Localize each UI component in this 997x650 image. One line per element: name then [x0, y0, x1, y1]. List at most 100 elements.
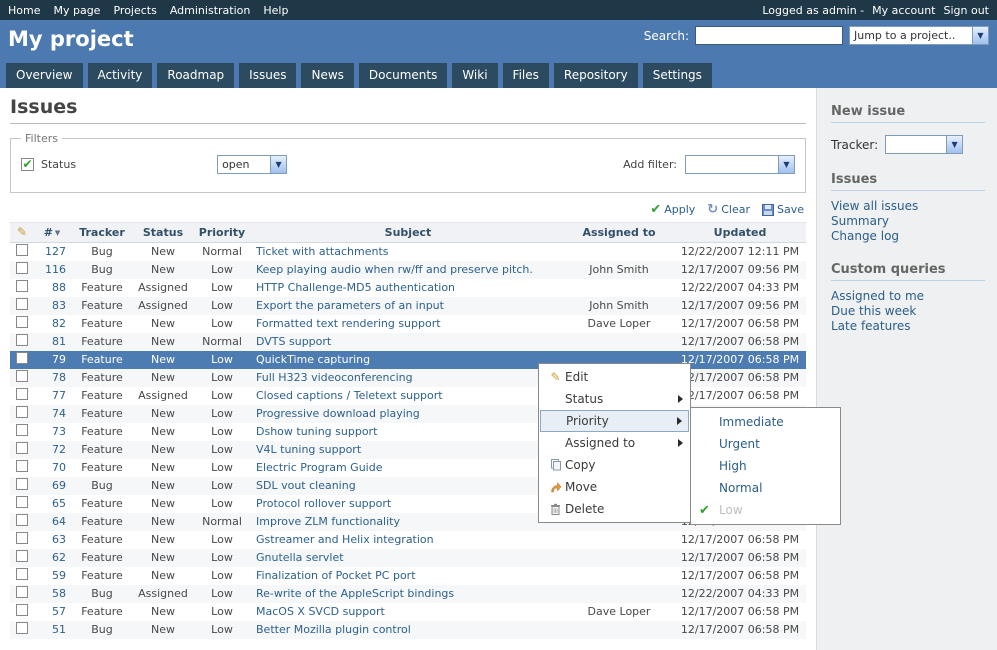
- issue-subject-link[interactable]: Closed captions / Teletext support: [256, 389, 443, 402]
- issue-id-link[interactable]: 79: [52, 353, 66, 366]
- tab-roadmap[interactable]: Roadmap: [157, 63, 234, 88]
- issue-id-link[interactable]: 59: [52, 569, 66, 582]
- issue-subject-link[interactable]: HTTP Challenge-MD5 authentication: [256, 281, 455, 294]
- tab-issues[interactable]: Issues: [239, 63, 296, 88]
- issue-row-51[interactable]: 51BugNewLowBetter Mozilla plugin control…: [10, 621, 806, 639]
- issue-subject-link[interactable]: Electric Program Guide: [256, 461, 382, 474]
- clear-button[interactable]: ↻Clear: [707, 203, 750, 216]
- issue-id-link[interactable]: 64: [52, 515, 66, 528]
- top-menu-link-my-page[interactable]: My page: [53, 4, 100, 17]
- issue-row-88[interactable]: 88FeatureAssignedLowHTTP Challenge-MD5 a…: [10, 279, 806, 297]
- row-checkbox[interactable]: [16, 586, 28, 598]
- sidebar-link-summary[interactable]: Summary: [831, 214, 985, 229]
- row-checkbox[interactable]: [16, 388, 28, 400]
- issue-subject-link[interactable]: Formatted text rendering support: [256, 317, 441, 330]
- row-checkbox[interactable]: [16, 262, 28, 274]
- tab-repository[interactable]: Repository: [554, 63, 638, 88]
- row-checkbox[interactable]: [16, 532, 28, 544]
- row-checkbox[interactable]: [16, 406, 28, 418]
- row-checkbox[interactable]: [16, 244, 28, 256]
- top-menu-link-help[interactable]: Help: [263, 4, 288, 17]
- issue-row-57[interactable]: 57FeatureNewLowMacOS X SVCD supportDave …: [10, 603, 806, 621]
- sidebar-link-change-log[interactable]: Change log: [831, 229, 985, 244]
- row-checkbox[interactable]: [16, 478, 28, 490]
- row-checkbox[interactable]: [16, 442, 28, 454]
- row-checkbox[interactable]: [16, 424, 28, 436]
- status-filter-select[interactable]: open ▼: [217, 155, 287, 174]
- row-checkbox[interactable]: [16, 550, 28, 562]
- priority-option-low[interactable]: ✔Low: [691, 499, 840, 521]
- issue-id-link[interactable]: 62: [52, 551, 66, 564]
- row-checkbox[interactable]: [16, 496, 28, 508]
- issue-row-116[interactable]: 116BugNewLowKeep playing audio when rw/f…: [10, 261, 806, 279]
- issue-subject-link[interactable]: Progressive download playing: [256, 407, 420, 420]
- issue-subject-link[interactable]: QuickTime capturing: [256, 353, 370, 366]
- tracker-select[interactable]: ▼: [885, 135, 963, 154]
- col-header-updated[interactable]: Updated: [674, 223, 806, 243]
- tab-activity[interactable]: Activity: [88, 63, 153, 88]
- col-header-assigned-to[interactable]: Assigned to: [564, 223, 674, 243]
- row-checkbox[interactable]: [16, 568, 28, 580]
- priority-option-high[interactable]: High: [691, 455, 840, 477]
- row-checkbox[interactable]: [16, 334, 28, 346]
- issue-id-link[interactable]: 51: [52, 623, 66, 636]
- issue-subject-link[interactable]: Keep playing audio when rw/ff and preser…: [256, 263, 533, 276]
- jump-to-project-select[interactable]: Jump to a project.. ▼: [849, 26, 989, 45]
- issue-subject-link[interactable]: Improve ZLM functionality: [256, 515, 400, 528]
- issue-subject-link[interactable]: MacOS X SVCD support: [256, 605, 385, 618]
- row-checkbox[interactable]: [16, 280, 28, 292]
- issue-subject-link[interactable]: Protocol rollover support: [256, 497, 391, 510]
- sidebar-link-view-all-issues[interactable]: View all issues: [831, 199, 985, 214]
- issue-id-link[interactable]: 88: [52, 281, 66, 294]
- issue-subject-link[interactable]: Gstreamer and Helix integration: [256, 533, 434, 546]
- row-checkbox[interactable]: [16, 514, 28, 526]
- issue-row-63[interactable]: 63FeatureNewLowGstreamer and Helix integ…: [10, 531, 806, 549]
- context-menu-item-priority[interactable]: Priority: [540, 410, 689, 432]
- sidebar-link-late-features[interactable]: Late features: [831, 319, 985, 334]
- issue-row-81[interactable]: 81FeatureNewNormalDVTS support12/17/2007…: [10, 333, 806, 351]
- row-checkbox[interactable]: [16, 316, 28, 328]
- issue-id-link[interactable]: 74: [52, 407, 66, 420]
- sidebar-link-assigned-to-me[interactable]: Assigned to me: [831, 289, 985, 304]
- col-header-status[interactable]: Status: [134, 223, 192, 243]
- tab-documents[interactable]: Documents: [359, 63, 447, 88]
- context-menu-item-move[interactable]: Move: [540, 476, 689, 498]
- col-header-id[interactable]: #▼: [34, 223, 70, 243]
- priority-option-normal[interactable]: Normal: [691, 477, 840, 499]
- issue-row-59[interactable]: 59FeatureNewLowFinalization of Pocket PC…: [10, 567, 806, 585]
- status-filter-checkbox[interactable]: ✔: [21, 158, 34, 171]
- row-checkbox[interactable]: [16, 298, 28, 310]
- issue-subject-link[interactable]: Export the parameters of an input: [256, 299, 444, 312]
- issue-subject-link[interactable]: Dshow tuning support: [256, 425, 377, 438]
- top-menu-link-administration[interactable]: Administration: [170, 4, 251, 17]
- issue-id-link[interactable]: 82: [52, 317, 66, 330]
- apply-button[interactable]: ✔Apply: [650, 203, 695, 216]
- save-button[interactable]: Save: [762, 203, 804, 216]
- issue-subject-link[interactable]: SDL vout cleaning: [256, 479, 356, 492]
- row-checkbox[interactable]: [16, 352, 28, 364]
- issue-row-58[interactable]: 58BugAssignedLowRe-write of the AppleScr…: [10, 585, 806, 603]
- issue-row-127[interactable]: 127BugNewNormalTicket with attachments12…: [10, 243, 806, 261]
- issue-id-link[interactable]: 116: [45, 263, 66, 276]
- row-checkbox[interactable]: [16, 622, 28, 634]
- context-menu-item-assigned-to[interactable]: Assigned to: [540, 432, 689, 454]
- issue-id-link[interactable]: 81: [52, 335, 66, 348]
- context-menu-item-status[interactable]: Status: [540, 388, 689, 410]
- issue-id-link[interactable]: 127: [45, 245, 66, 258]
- issue-row-83[interactable]: 83FeatureAssignedLowExport the parameter…: [10, 297, 806, 315]
- issue-subject-link[interactable]: Full H323 videoconferencing: [256, 371, 413, 384]
- issue-id-link[interactable]: 70: [52, 461, 66, 474]
- my-account-link[interactable]: My account: [872, 4, 935, 17]
- tab-settings[interactable]: Settings: [643, 63, 712, 88]
- issue-subject-link[interactable]: Finalization of Pocket PC port: [256, 569, 416, 582]
- issue-subject-link[interactable]: Gnutella servlet: [256, 551, 344, 564]
- tab-wiki[interactable]: Wiki: [452, 63, 497, 88]
- issue-id-link[interactable]: 78: [52, 371, 66, 384]
- issue-id-link[interactable]: 72: [52, 443, 66, 456]
- issue-subject-link[interactable]: Ticket with attachments: [256, 245, 389, 258]
- search-input[interactable]: [695, 26, 843, 45]
- issue-id-link[interactable]: 65: [52, 497, 66, 510]
- issue-id-link[interactable]: 63: [52, 533, 66, 546]
- col-header-subject[interactable]: Subject: [252, 223, 564, 243]
- sidebar-link-due-this-week[interactable]: Due this week: [831, 304, 985, 319]
